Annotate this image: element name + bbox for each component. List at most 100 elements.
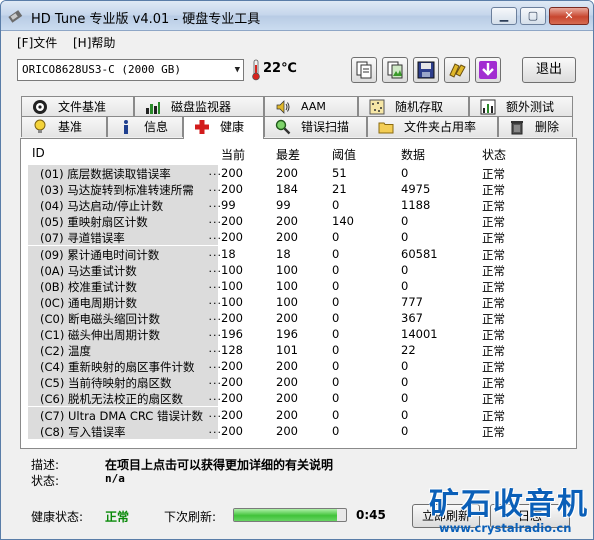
tab-info[interactable]: 信息 xyxy=(107,116,183,137)
exit-button[interactable]: 退出 xyxy=(522,57,576,83)
tab-error-scan[interactable]: 错误扫描 xyxy=(264,116,367,137)
truncation-ellipsis: ... xyxy=(208,309,222,323)
menu-help[interactable]: [H]帮助 xyxy=(73,34,115,51)
col-status[interactable]: 状态 xyxy=(482,146,506,163)
table-row[interactable]: (C6) 脱机无法校正的扇区数... 200 200 0 0 正常 xyxy=(21,390,576,407)
row-worst: 200 xyxy=(276,423,298,438)
copy-screenshot-icon xyxy=(387,61,403,79)
tab-health[interactable]: 健康 xyxy=(183,116,264,139)
row-id-cell: (0C) 通电周期计数... xyxy=(28,293,221,310)
row-data: 0 xyxy=(401,407,409,422)
truncation-ellipsis: ... xyxy=(208,261,222,275)
row-worst: 18 xyxy=(276,246,291,261)
row-threshold: 0 xyxy=(332,246,340,261)
row-worst: 100 xyxy=(276,278,298,293)
row-data: 0 xyxy=(401,278,409,293)
table-row[interactable]: (C7) Ultra DMA CRC 错误计数... 200 200 0 0 正常 xyxy=(21,406,576,423)
watermark-brand: 矿石收音机 xyxy=(429,487,589,522)
table-row[interactable]: (0C) 通电周期计数... 100 100 0 777 正常 xyxy=(21,293,576,310)
row-id-text: (09) 累计通电时间计数 xyxy=(40,247,160,262)
truncation-ellipsis: ... xyxy=(208,229,222,243)
table-row[interactable]: (C5) 当前待映射的扇区数... 200 200 0 0 正常 xyxy=(21,374,576,391)
row-current: 200 xyxy=(221,423,243,438)
tab-file-benchmark[interactable]: 文件基准 xyxy=(21,96,134,117)
row-status: 正常 xyxy=(482,328,505,342)
table-row[interactable]: (C1) 磁头伸出周期计数... 196 196 0 14001 正常 xyxy=(21,326,576,342)
table-row[interactable]: (C0) 断电磁头缩回计数... 200 200 0 367 正常 xyxy=(21,309,576,326)
table-row[interactable]: (0A) 马达重试计数... 100 100 0 0 正常 xyxy=(21,261,576,278)
info-icon xyxy=(124,120,128,134)
col-threshold[interactable]: 阈值 xyxy=(332,146,356,163)
options-button[interactable] xyxy=(444,57,470,83)
close-button[interactable]: ✕ xyxy=(549,7,589,25)
save-button[interactable] xyxy=(413,57,439,83)
tab-folder-usage[interactable]: 文件夹占用率 xyxy=(367,116,498,137)
copy-text-button[interactable] xyxy=(351,57,377,83)
random-access-icon xyxy=(369,99,385,115)
row-status: 正常 xyxy=(482,344,505,359)
row-id-cell: (07) 寻道错误率... xyxy=(28,229,221,246)
row-id-text: (C2) 温度 xyxy=(40,344,91,359)
table-row[interactable]: (0B) 校准重试计数... 100 100 0 0 正常 xyxy=(21,277,576,294)
menu-file[interactable]: [F]文件 xyxy=(17,34,57,51)
tab-extra-tests[interactable]: 额外测试 xyxy=(469,96,573,117)
row-data: 0 xyxy=(401,230,409,245)
table-row[interactable]: (04) 马达启动/停止计数... 99 99 0 1188 正常 xyxy=(21,197,576,214)
row-data: 777 xyxy=(401,294,423,309)
tab-random-access[interactable]: 随机存取 xyxy=(358,96,469,117)
row-id-cell: (C6) 脱机无法校正的扇区数... xyxy=(28,390,221,407)
chevron-down-icon: ▼ xyxy=(234,65,240,75)
tab-disk-monitor[interactable]: 磁盘监视器 xyxy=(134,96,264,117)
col-worst[interactable]: 最差 xyxy=(276,146,300,163)
row-data: 0 xyxy=(401,214,409,229)
row-threshold: 0 xyxy=(332,198,340,213)
row-current: 200 xyxy=(221,375,243,390)
row-data: 367 xyxy=(401,310,423,325)
row-id-text: (C4) 重新映射的扇区事件计数 xyxy=(40,360,195,375)
tab-erase[interactable]: 删除 xyxy=(498,116,573,137)
row-threshold: 0 xyxy=(332,310,340,325)
col-id[interactable]: ID xyxy=(32,146,45,160)
row-id-cell: (C7) Ultra DMA CRC 错误计数... xyxy=(28,406,221,423)
row-data: 1188 xyxy=(401,198,431,213)
drive-select[interactable]: ORICO8628US3-C (2000 GB) ▼ xyxy=(17,59,244,81)
table-row[interactable]: (C4) 重新映射的扇区事件计数... 200 200 0 0 正常 xyxy=(21,358,576,375)
window-title: HD Tune 专业版 v4.01 - 硬盘专业工具 xyxy=(31,12,261,27)
toolbar: ORICO8628US3-C (2000 GB) ▼ 22℃ 退出 xyxy=(1,53,593,89)
truncation-ellipsis: ... xyxy=(208,342,222,356)
truncation-ellipsis: ... xyxy=(208,406,222,420)
watermark-url: www.crystalradio.cn xyxy=(439,521,572,535)
table-row[interactable]: (05) 重映射扇区计数... 200 200 140 0 正常 xyxy=(21,213,576,230)
refresh-progress-bar xyxy=(233,508,347,522)
tab-aam[interactable]: AAM xyxy=(264,96,358,117)
col-current[interactable]: 当前 xyxy=(221,146,245,163)
table-row[interactable]: (C8) 写入错误率... 200 200 0 0 正常 xyxy=(21,422,576,439)
row-status: 正常 xyxy=(482,263,505,278)
row-current: 200 xyxy=(221,214,243,229)
table-row[interactable]: (01) 底层数据读取错误率... 200 200 51 0 正常 xyxy=(21,165,576,181)
truncation-ellipsis: ... xyxy=(208,358,222,372)
download-button[interactable] xyxy=(475,57,501,83)
col-data[interactable]: 数据 xyxy=(401,146,425,163)
tab-benchmark[interactable]: 基准 xyxy=(21,116,107,137)
row-id-text: (03) 马达旋转到标准转速所需 xyxy=(40,183,194,198)
tab-row-2: 基准 信息 健康 错误扫描 文件夹占用率 删除 xyxy=(1,116,593,139)
row-current: 128 xyxy=(221,343,243,358)
row-id-cell: (0A) 马达重试计数... xyxy=(28,261,221,278)
truncation-ellipsis: ... xyxy=(208,293,222,307)
row-id-text: (0A) 马达重试计数 xyxy=(40,263,137,278)
row-status: 正常 xyxy=(482,408,505,423)
table-row[interactable]: (09) 累计通电时间计数... 18 18 0 60581 正常 xyxy=(21,245,576,262)
save-icon xyxy=(417,61,435,79)
maximize-button[interactable]: ▢ xyxy=(520,7,546,25)
row-data: 4975 xyxy=(401,182,431,197)
table-row[interactable]: (C2) 温度... 128 101 0 22 正常 xyxy=(21,342,576,359)
truncation-ellipsis: ... xyxy=(208,390,222,404)
minimize-button[interactable]: ▁ xyxy=(491,7,517,25)
row-status: 正常 xyxy=(482,183,505,198)
row-status: 正常 xyxy=(482,376,505,391)
table-row[interactable]: (07) 寻道错误率... 200 200 0 0 正常 xyxy=(21,229,576,246)
row-worst: 99 xyxy=(276,198,291,213)
copy-screenshot-button[interactable] xyxy=(382,57,408,83)
table-row[interactable]: (03) 马达旋转到标准转速所需... 200 184 21 4975 正常 xyxy=(21,181,576,198)
